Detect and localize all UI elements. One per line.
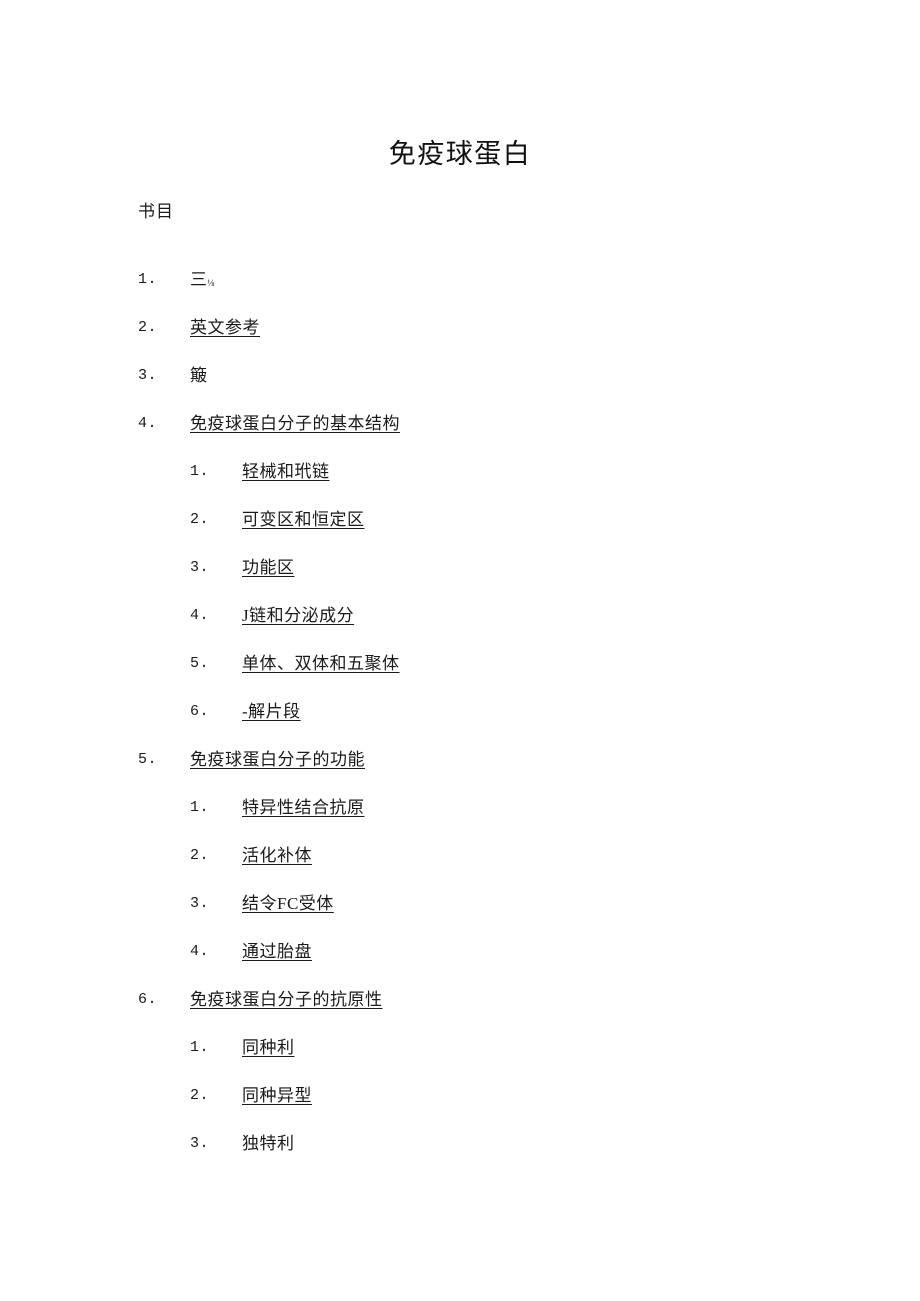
toc-entry-label[interactable]: J链和分泌成分 xyxy=(242,605,354,627)
document-page: 免疫球蛋白 书目 1. 三⅛ 2. 英文参考 3. 簸 4. 免疫球蛋白分子的基本结构 1. 轻械… xyxy=(0,0,920,1301)
toc-entry-number: 6. xyxy=(138,991,158,1008)
toc-entry[interactable]: 5. 单体、双体和五聚体 xyxy=(0,653,920,701)
toc-entry-label: 簸 xyxy=(190,366,208,385)
toc-entry[interactable]: 2. 可变区和恒定区 xyxy=(0,509,920,557)
toc-entry-number: 1. xyxy=(138,271,158,288)
toc-entry-number: 1. xyxy=(190,799,210,816)
toc-entry-number: 4. xyxy=(138,415,158,432)
toc-entry[interactable]: 5. 免疫球蛋白分子的功能 xyxy=(0,749,920,797)
toc-entry-label: 三⅛ xyxy=(190,270,215,289)
toc-entry-label[interactable]: 单体、双体和五聚体 xyxy=(242,653,400,675)
toc-entry-number: 4. xyxy=(190,607,210,624)
toc-entry-label[interactable]: 英文参考 xyxy=(190,317,260,339)
table-of-contents-list: 1. 三⅛ 2. 英文参考 3. 簸 4. 免疫球蛋白分子的基本结构 1. 轻械和玳链 2. 可变区和… xyxy=(0,269,920,1181)
toc-entry-number: 5. xyxy=(138,751,158,768)
toc-entry-label[interactable]: 活化补体 xyxy=(242,845,312,867)
toc-entry-label[interactable]: 免疫球蛋白分子的功能 xyxy=(190,749,365,771)
toc-entry-number: 3. xyxy=(190,1135,210,1152)
toc-entry[interactable]: 2. 活化补体 xyxy=(0,845,920,893)
toc-entry-trailing-mark: ⅛ xyxy=(207,278,215,288)
toc-entry-label[interactable]: 可变区和恒定区 xyxy=(242,509,365,531)
table-of-contents-heading: 书目 xyxy=(138,202,174,221)
toc-entry-label[interactable]: 功能区 xyxy=(242,557,295,579)
page-title: 免疫球蛋白 xyxy=(388,139,532,170)
toc-entry-number: 3. xyxy=(190,895,210,912)
toc-entry[interactable]: 2. 同种异型 xyxy=(0,1085,920,1133)
toc-entry-label[interactable]: 免疫球蛋白分子的基本结构 xyxy=(190,413,400,435)
toc-entry[interactable]: 4. 免疫球蛋白分子的基本结构 xyxy=(0,413,920,461)
toc-entry-number: 2. xyxy=(190,847,210,864)
toc-entry-label: 独特利 xyxy=(242,1134,295,1153)
toc-entry-label[interactable]: 同种异型 xyxy=(242,1085,312,1107)
toc-entry-label[interactable]: -解片段 xyxy=(242,701,301,723)
toc-entry-label[interactable]: 同种利 xyxy=(242,1037,295,1059)
toc-entry: 1. 三⅛ xyxy=(0,269,920,317)
toc-entry-label[interactable]: 结令FC受体 xyxy=(242,893,334,915)
toc-entry: 3. 独特利 xyxy=(0,1133,920,1181)
toc-entry-number: 2. xyxy=(190,511,210,528)
toc-entry[interactable]: 4. 通过胎盘 xyxy=(0,941,920,989)
toc-entry-label[interactable]: 特异性结合抗原 xyxy=(242,797,365,819)
toc-entry-number: 5. xyxy=(190,655,210,672)
toc-entry-number: 3. xyxy=(138,367,158,384)
toc-entry-label[interactable]: 免疫球蛋白分子的抗原性 xyxy=(190,989,383,1011)
toc-entry: 3. 簸 xyxy=(0,365,920,413)
toc-entry[interactable]: 3. 结令FC受体 xyxy=(0,893,920,941)
toc-entry[interactable]: 2. 英文参考 xyxy=(0,317,920,365)
toc-entry[interactable]: 1. 轻械和玳链 xyxy=(0,461,920,509)
toc-entry-number: 2. xyxy=(138,319,158,336)
toc-entry-number: 3. xyxy=(190,559,210,576)
toc-entry-label[interactable]: 通过胎盘 xyxy=(242,941,312,963)
toc-entry-number: 6. xyxy=(190,703,210,720)
toc-entry[interactable]: 3. 功能区 xyxy=(0,557,920,605)
toc-entry-number: 1. xyxy=(190,1039,210,1056)
toc-entry-number: 1. xyxy=(190,463,210,480)
toc-entry[interactable]: 1. 同种利 xyxy=(0,1037,920,1085)
toc-entry[interactable]: 1. 特异性结合抗原 xyxy=(0,797,920,845)
toc-entry-label[interactable]: 轻械和玳链 xyxy=(242,461,330,483)
toc-entry[interactable]: 6. 免疫球蛋白分子的抗原性 xyxy=(0,989,920,1037)
toc-entry-number: 4. xyxy=(190,943,210,960)
toc-entry[interactable]: 4. J链和分泌成分 xyxy=(0,605,920,653)
toc-entry[interactable]: 6. -解片段 xyxy=(0,701,920,749)
toc-entry-number: 2. xyxy=(190,1087,210,1104)
